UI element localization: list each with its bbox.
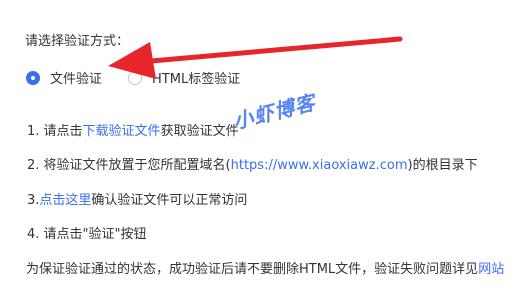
arrow-head [108, 42, 156, 79]
arrow-shaft [137, 36, 403, 65]
red-arrow-annotation-icon [108, 36, 403, 79]
